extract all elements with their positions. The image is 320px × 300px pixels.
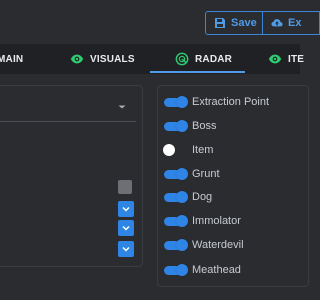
export-button-label: Ex	[288, 17, 302, 29]
tab-visuals[interactable]: VISUALS	[70, 44, 135, 74]
toggle-switch[interactable]	[163, 120, 188, 132]
expand-button[interactable]	[118, 220, 134, 236]
toggle-label: Waterdevil	[192, 239, 244, 251]
radar-icon	[175, 52, 189, 66]
toggle-switch[interactable]	[163, 264, 188, 276]
chevron-down-icon	[122, 225, 130, 231]
toggle-label: Dog	[192, 191, 213, 203]
chevron-down-icon	[122, 246, 130, 252]
toggle-label: Meathead	[192, 264, 241, 276]
toggle-row-item: Item	[163, 140, 213, 160]
checkbox[interactable]	[118, 180, 132, 194]
tab-items-label: ITE	[288, 53, 305, 65]
dropdown-arrow-icon[interactable]	[118, 104, 126, 110]
save-button-label: Save	[231, 17, 257, 29]
header-bar: Save Ex	[0, 0, 320, 44]
tab-radar[interactable]: RADAR	[175, 44, 232, 74]
chevron-down-icon	[122, 206, 130, 212]
tab-bar: MAIN VISUALS RADAR ITE	[0, 44, 304, 74]
cloud-upload-icon	[271, 19, 283, 27]
expand-button[interactable]	[118, 241, 134, 257]
tab-main-label: MAIN	[0, 53, 24, 65]
toggle-label: Immolator	[192, 215, 241, 227]
toggle-switch[interactable]	[163, 239, 188, 251]
tab-items[interactable]: ITE	[268, 44, 304, 74]
eye-icon	[70, 54, 84, 64]
toggle-switch[interactable]	[163, 96, 188, 108]
toggle-row-extraction-point: Extraction Point	[163, 92, 269, 112]
toggle-label: Item	[192, 144, 214, 156]
dropdown-select[interactable]	[0, 121, 136, 122]
toggle-label: Extraction Point	[192, 96, 270, 108]
active-tab-indicator	[150, 71, 245, 73]
save-button[interactable]: Save	[205, 11, 263, 35]
toggle-row-grunt: Grunt	[163, 164, 220, 184]
toggle-switch[interactable]	[163, 215, 188, 227]
header-button-group: Save Ex	[205, 11, 320, 35]
toggle-row-boss: Boss	[163, 116, 216, 136]
toggle-row-meathead: Meathead	[163, 260, 241, 280]
tab-radar-label: RADAR	[195, 53, 233, 65]
tab-visuals-label: VISUALS	[90, 53, 135, 65]
toggle-switch[interactable]	[163, 144, 187, 156]
export-button[interactable]: Ex	[263, 11, 320, 35]
eye-icon	[268, 54, 282, 64]
toggle-row-waterdevil: Waterdevil	[163, 235, 244, 255]
toggle-row-immolator: Immolator	[163, 211, 241, 231]
save-icon	[215, 18, 225, 28]
left-settings-panel	[0, 85, 143, 267]
toggle-switch[interactable]	[163, 191, 188, 203]
toggle-switch[interactable]	[163, 168, 188, 180]
toggle-row-dog: Dog	[163, 187, 212, 207]
toggle-label: Boss	[192, 120, 217, 132]
tab-main[interactable]: MAIN	[0, 44, 23, 74]
expand-button[interactable]	[118, 201, 134, 217]
toggle-label: Grunt	[192, 168, 220, 180]
